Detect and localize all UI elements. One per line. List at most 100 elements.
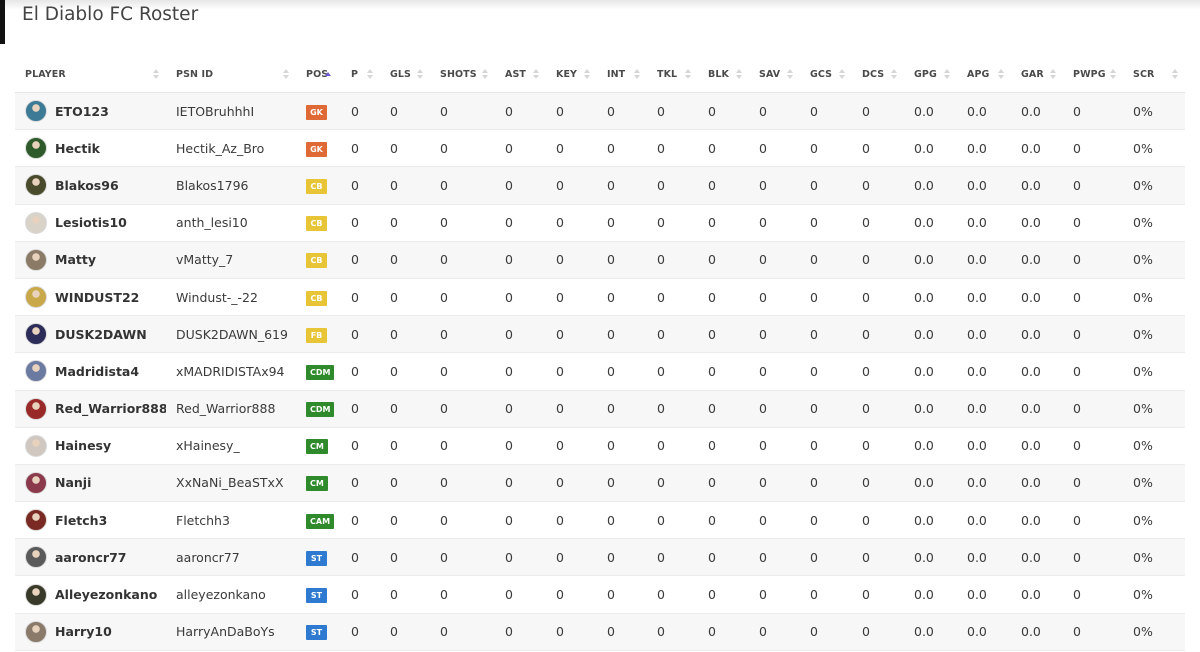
stat-gpg: 0.0	[904, 241, 957, 279]
col-header-apg[interactable]: APG	[957, 56, 1011, 93]
player-name[interactable]: Nanji	[55, 475, 91, 490]
stat-blk: 0	[698, 241, 749, 279]
player-name[interactable]: Blakos96	[55, 178, 119, 193]
stat-shots: 0	[430, 390, 495, 428]
col-header-sav[interactable]: SAV	[749, 56, 800, 93]
col-header-key[interactable]: KEY	[546, 56, 597, 93]
player-name[interactable]: Madridista4	[55, 364, 139, 379]
table-row[interactable]: Blakos96 Blakos1796 CB 0 0 0 0 0 0 0 0 0 0 0 0.0 0.0 0.0…	[15, 166, 1185, 205]
stat-scr: 0%	[1123, 613, 1185, 651]
stat-shots: 0	[430, 315, 495, 354]
player-name[interactable]: aaroncr77	[55, 550, 127, 565]
player-name[interactable]: DUSK2DAWN	[55, 327, 147, 342]
player-cell: WINDUST22	[15, 278, 166, 317]
table-row[interactable]: ETO123 IETOBruhhhI GK 0 0 0 0 0 0 0 0 0 0 0 0.0 0.0 0.0 0…	[15, 92, 1185, 131]
stat-gls: 0	[380, 390, 430, 428]
pos-cell: CM	[296, 427, 341, 465]
player-name[interactable]: Alleyezonkano	[55, 587, 157, 602]
stat-apg: 0.0	[957, 315, 1011, 354]
player-cell: DUSK2DAWN	[15, 315, 166, 354]
stat-scr: 0%	[1123, 278, 1185, 317]
stat-gar: 0.0	[1011, 129, 1063, 168]
stat-ast: 0	[495, 575, 546, 614]
stat-ast: 0	[495, 464, 546, 503]
col-header-gpg[interactable]: GPG	[904, 56, 957, 93]
col-header-blk[interactable]: BLK	[698, 56, 749, 93]
player-name[interactable]: Hectik	[55, 141, 100, 156]
stat-scr: 0%	[1123, 390, 1185, 428]
stat-gls: 0	[380, 501, 430, 540]
stat-scr: 0%	[1123, 538, 1185, 577]
table-row[interactable]: aaroncr77 aaroncr77 ST 0 0 0 0 0 0 0 0 0 0 0 0.0 0.0 0.0…	[15, 538, 1185, 577]
stat-key: 0	[546, 92, 597, 131]
stat-pwpg: 0	[1063, 575, 1123, 614]
player-cell: Lesiotis10	[15, 204, 166, 242]
table-row[interactable]: Hectik Hectik_Az_Bro GK 0 0 0 0 0 0 0 0 0 0 0 0.0 0.0 0.…	[15, 129, 1185, 168]
psn-id: Hectik_Az_Bro	[166, 129, 296, 168]
col-header-pwpg[interactable]: PWPG	[1063, 56, 1123, 93]
stat-blk: 0	[698, 613, 749, 651]
col-header-shots[interactable]: SHOTS	[430, 56, 495, 93]
table-row[interactable]: Fletch3 Fletchh3 CAM 0 0 0 0 0 0 0 0 0 0 0 0.0 0.0 0.0 0 0…	[15, 501, 1185, 540]
page-title: El Diablo FC Roster	[22, 4, 199, 25]
table-row[interactable]: Hainesy xHainesy_ CM 0 0 0 0 0 0 0 0 0 0 0 0.0 0.0 0.0 0 0…	[15, 427, 1185, 465]
player-name[interactable]: Hainesy	[55, 438, 111, 453]
table-row[interactable]: Nanji XxNaNi_BeaSTxX CM 0 0 0 0 0 0 0 0 0 0 0 0.0 0.0 0.…	[15, 464, 1185, 503]
stat-blk: 0	[698, 352, 749, 391]
avatar	[25, 174, 47, 197]
col-header-scr[interactable]: SCR	[1123, 56, 1185, 93]
table-row[interactable]: Red_Warrior888 Red_Warrior888 CDM 0 0 0 0 0 0 0 0 0…	[15, 390, 1185, 428]
stat-gcs: 0	[800, 501, 852, 540]
stat-scr: 0%	[1123, 501, 1185, 540]
table-row[interactable]: DUSK2DAWN DUSK2DAWN_619 FB 0 0 0 0 0 0 0 0 0 0 0 0.0 0.…	[15, 315, 1185, 354]
stat-key: 0	[546, 129, 597, 168]
stat-p: 0	[341, 278, 380, 317]
player-info: Hectik	[25, 137, 166, 160]
col-header-gls[interactable]: GLS	[380, 56, 430, 93]
stat-p: 0	[341, 352, 380, 391]
player-name[interactable]: ETO123	[55, 104, 109, 119]
col-header-pos[interactable]: POS	[296, 56, 341, 93]
col-header-player[interactable]: PLAYER	[15, 56, 166, 93]
col-header-psn[interactable]: PSN ID	[166, 56, 296, 93]
stat-blk: 0	[698, 129, 749, 168]
col-header-int[interactable]: INT	[597, 56, 647, 93]
stat-sav: 0	[749, 352, 800, 391]
player-name[interactable]: Fletch3	[55, 513, 107, 528]
col-header-gcs[interactable]: GCS	[800, 56, 852, 93]
col-header-gar[interactable]: GAR	[1011, 56, 1063, 93]
col-header-p[interactable]: P	[341, 56, 380, 93]
stat-tkl: 0	[647, 390, 698, 428]
player-cell: ETO123	[15, 92, 166, 131]
player-name[interactable]: Red_Warrior888	[55, 401, 166, 416]
player-name[interactable]: Harry10	[55, 624, 112, 639]
table-row[interactable]: Harry10 HarryAnDaBoYs ST 0 0 0 0 0 0 0 0 0 0 0 0.0 0.0 0…	[15, 613, 1185, 651]
col-header-dcs[interactable]: DCS	[852, 56, 904, 93]
stat-gpg: 0.0	[904, 129, 957, 168]
player-name[interactable]: Matty	[55, 252, 96, 267]
table-row[interactable]: Madridista4 xMADRIDISTAx94 CDM 0 0 0 0 0 0 0 0 0 0 0 0…	[15, 352, 1185, 391]
table-row[interactable]: Lesiotis10 anth_lesi10 CB 0 0 0 0 0 0 0 0 0 0 0 0.0 0.0…	[15, 204, 1185, 242]
position-badge: ST	[306, 550, 327, 566]
col-header-label: POS	[306, 68, 329, 80]
pos-cell: CB	[296, 241, 341, 279]
pos-cell: CM	[296, 464, 341, 503]
stat-gcs: 0	[800, 427, 852, 465]
table-row[interactable]: WINDUST22 Windust-_-22 CB 0 0 0 0 0 0 0 0 0 0 0 0.0 0.0…	[15, 278, 1185, 317]
sort-icon	[891, 69, 897, 79]
table-row[interactable]: Matty vMatty_7 CB 0 0 0 0 0 0 0 0 0 0 0 0.0 0.0 0.0 0 0%	[15, 241, 1185, 279]
stat-blk: 0	[698, 538, 749, 577]
player-info: Alleyezonkano	[25, 583, 166, 606]
player-name[interactable]: WINDUST22	[55, 290, 139, 305]
col-header-label: PLAYER	[25, 68, 66, 80]
stat-ast: 0	[495, 613, 546, 651]
player-cell: Fletch3	[15, 501, 166, 540]
player-info: WINDUST22	[25, 286, 166, 309]
col-header-tkl[interactable]: TKL	[647, 56, 698, 93]
stat-shots: 0	[430, 241, 495, 279]
player-name[interactable]: Lesiotis10	[55, 215, 127, 230]
col-header-ast[interactable]: AST	[495, 56, 546, 93]
table-row[interactable]: Alleyezonkano alleyezonkano ST 0 0 0 0 0 0 0 0 0 0 0 0…	[15, 575, 1185, 614]
stat-p: 0	[341, 204, 380, 242]
psn-id: Red_Warrior888	[166, 390, 296, 428]
